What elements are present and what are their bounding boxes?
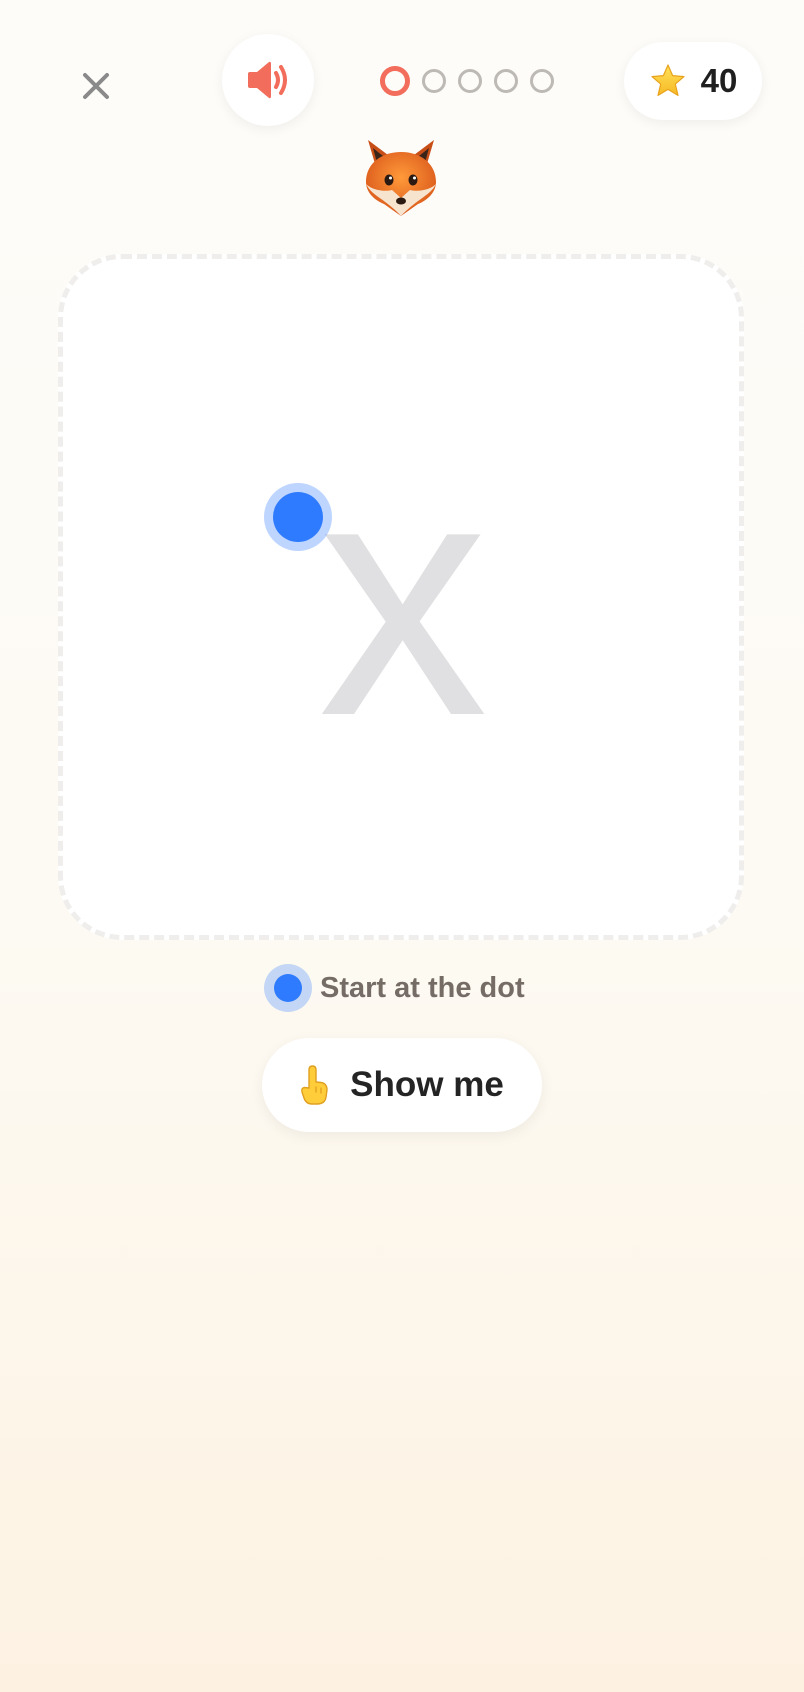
trace-letter-glyph: x	[318, 407, 488, 787]
progress-dot	[494, 69, 518, 93]
show-me-button[interactable]: Show me	[262, 1038, 542, 1132]
hint-dot-icon	[264, 964, 312, 1012]
close-icon	[83, 73, 109, 99]
score-badge: 40	[624, 42, 762, 120]
progress-dot	[422, 69, 446, 93]
tracing-canvas[interactable]: x	[58, 254, 744, 940]
show-me-label: Show me	[350, 1065, 504, 1104]
hint: Start at the dot	[264, 964, 525, 1012]
start-dot-icon	[273, 492, 323, 542]
star-icon	[651, 64, 685, 96]
pointing-finger-icon	[301, 1065, 328, 1105]
fox-face-icon	[366, 140, 436, 216]
progress-dot	[458, 69, 482, 93]
score-value: 40	[700, 62, 738, 99]
sound-button[interactable]	[222, 34, 314, 126]
progress-indicator	[380, 66, 554, 96]
trace-letter: x	[63, 259, 749, 945]
hint-text: Start at the dot	[320, 971, 525, 1004]
fox-mascot	[358, 134, 444, 220]
hint-dot-core	[274, 974, 302, 1002]
progress-dot-current	[380, 66, 410, 96]
start-dot[interactable]	[264, 483, 332, 551]
speaker-icon	[248, 61, 287, 99]
close-button[interactable]	[70, 60, 122, 112]
progress-dot	[530, 69, 554, 93]
